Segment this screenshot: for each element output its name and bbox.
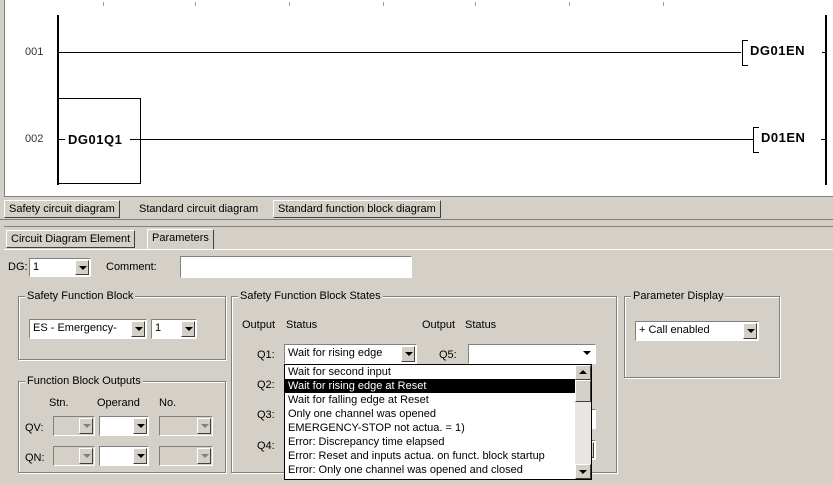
chevron-down-icon[interactable]: [401, 346, 415, 362]
coil-element[interactable]: DG01EN: [742, 40, 825, 66]
scroll-down-button[interactable]: [575, 464, 591, 479]
row-qv: QV:: [25, 422, 44, 434]
q5-label: Q5:: [439, 349, 457, 361]
q5-status-select[interactable]: [468, 344, 596, 364]
right-power-rail: [825, 15, 827, 185]
tab-standard-circuit-diagram[interactable]: Standard circuit diagram: [135, 201, 262, 219]
comment-label: Comment:: [106, 261, 157, 273]
chevron-down-icon: [579, 470, 587, 474]
parameter-display-select[interactable]: + Call enabled: [635, 321, 759, 341]
qv-no-select[interactable]: [159, 416, 213, 436]
tab-circuit-diagram-element[interactable]: Circuit Diagram Element: [6, 230, 136, 248]
comment-input[interactable]: [180, 256, 412, 278]
col-output: Output: [242, 319, 276, 331]
chevron-down-icon: [197, 418, 211, 434]
dg-value: 1: [33, 261, 40, 273]
coil-element[interactable]: D01EN: [753, 127, 825, 153]
dropdown-option[interactable]: EMERGENCY-STOP not actua. = 1): [285, 421, 575, 435]
chevron-down-icon: [79, 448, 93, 464]
function-block-outputs-group: Function Block Outputs Stn. Operand No. …: [18, 375, 226, 473]
col-status-2: Status: [465, 319, 497, 331]
rung-number: 001: [25, 46, 44, 58]
chevron-down-icon: [197, 448, 211, 464]
rung-wire: [130, 139, 753, 140]
dg-label: DG:: [8, 261, 28, 273]
tab-standard-function-block-diagram[interactable]: Standard function block diagram: [273, 200, 441, 218]
chevron-down-icon[interactable]: [133, 448, 147, 464]
group-title: Parameter Display: [631, 290, 726, 302]
scroll-up-button[interactable]: [575, 365, 591, 380]
q4-label: Q4:: [257, 440, 275, 452]
tab-parameters[interactable]: Parameters: [147, 229, 214, 249]
q2-label: Q2:: [257, 379, 275, 391]
dropdown-option[interactable]: Wait for falling edge at Reset: [285, 393, 575, 407]
coil-label: D01EN: [761, 130, 806, 145]
rung-wire: [59, 52, 741, 53]
dropdown-option[interactable]: Error: Discrepancy time elapsed: [285, 435, 575, 449]
q1-status-select[interactable]: Wait for rising edge: [284, 344, 417, 364]
group-title: Safety Function Block: [25, 290, 136, 302]
chevron-down-icon[interactable]: [75, 260, 89, 275]
rung-number: 002: [25, 133, 44, 145]
dropdown-option[interactable]: Wait for second input: [285, 365, 575, 379]
qn-operand-select[interactable]: [99, 446, 149, 466]
dg-select[interactable]: 1: [29, 258, 91, 277]
col-operand: Operand: [97, 397, 140, 409]
chevron-up-icon: [579, 370, 587, 374]
q3-label: Q3:: [257, 409, 275, 421]
qn-stn-select[interactable]: [53, 446, 95, 466]
q1-label: Q1:: [257, 349, 275, 361]
function-block-type-select[interactable]: ES - Emergency-: [29, 319, 147, 339]
function-block-number-select[interactable]: 1: [151, 319, 197, 339]
qv-stn-select[interactable]: [53, 416, 95, 436]
circuit-diagram-canvas[interactable]: 001 DG01EN 002 DG01Q1 D01EN: [4, 0, 833, 197]
dropdown-scrollbar[interactable]: [575, 365, 591, 479]
dropdown-option[interactable]: Only one channel was opened: [285, 407, 575, 421]
chevron-down-icon[interactable]: [743, 323, 757, 339]
row-qn: QN:: [25, 452, 45, 464]
qn-no-select[interactable]: [159, 446, 213, 466]
chevron-down-icon[interactable]: [181, 321, 195, 337]
col-stn: Stn.: [49, 397, 69, 409]
chevron-down-icon[interactable]: [580, 346, 594, 362]
parameter-display-group: Parameter Display + Call enabled: [624, 290, 780, 378]
dropdown-option[interactable]: Error: Reset and inputs actua. on funct.…: [285, 449, 575, 463]
dropdown-option-selected[interactable]: Wait for rising edge at Reset: [285, 379, 575, 393]
tab-line: [4, 249, 833, 250]
group-title: Function Block Outputs: [25, 375, 143, 387]
chevron-down-icon[interactable]: [131, 321, 145, 337]
tab-safety-circuit-diagram[interactable]: Safety circuit diagram: [4, 200, 120, 218]
col-status: Status: [286, 319, 318, 331]
rung-wire: [59, 139, 65, 140]
safety-function-block-group: Safety Function Block ES - Emergency- 1: [18, 290, 226, 360]
qv-operand-select[interactable]: [99, 416, 149, 436]
dropdown-option[interactable]: Error: Only one channel was opened and c…: [285, 463, 575, 477]
scroll-thumb[interactable]: [575, 380, 591, 402]
col-output-2: Output: [422, 319, 456, 331]
col-no: No.: [159, 397, 177, 409]
chevron-down-icon: [79, 418, 93, 434]
coil-label: DG01EN: [750, 43, 806, 58]
chevron-down-icon[interactable]: [133, 418, 147, 434]
diagram-tab-strip: Safety circuit diagram Standard circuit …: [0, 197, 833, 220]
contact-label[interactable]: DG01Q1: [68, 132, 122, 147]
group-title: Safety Function Block States: [238, 290, 383, 302]
q1-status-dropdown-list[interactable]: Wait for second input Wait for rising ed…: [284, 364, 592, 480]
